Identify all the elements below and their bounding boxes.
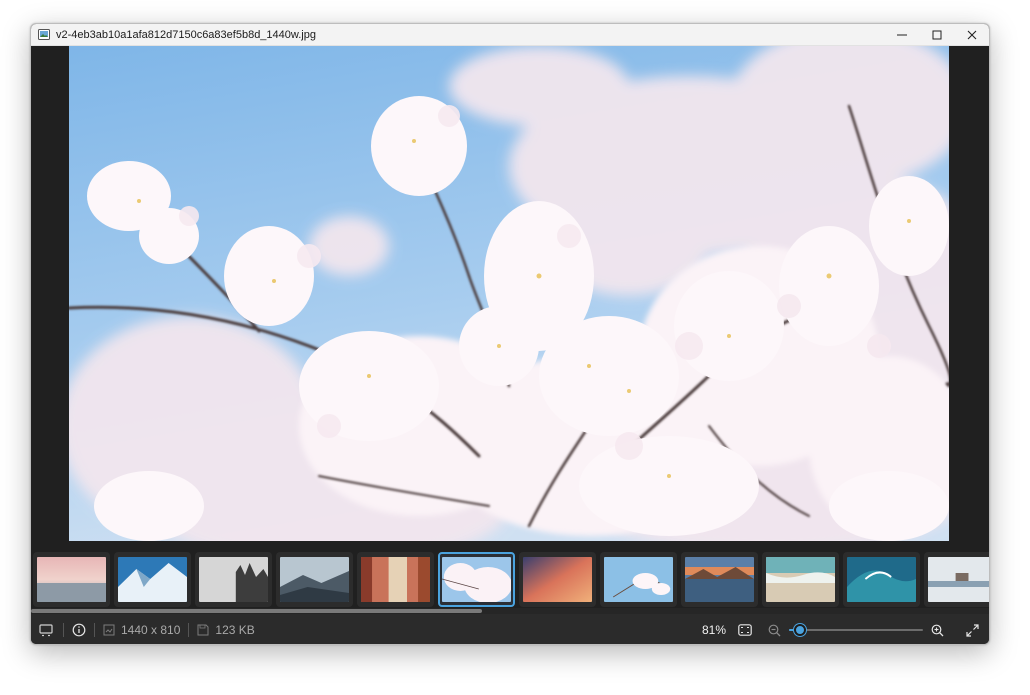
thumbnail[interactable]: [114, 552, 191, 607]
file-size: 123 KB: [197, 623, 255, 637]
thumbnail-image: [361, 557, 430, 602]
thumbnail[interactable]: [843, 552, 920, 607]
close-icon: [967, 30, 976, 39]
minimize-icon: [896, 34, 907, 35]
fullscreen-icon: [966, 623, 979, 637]
image-size-icon: [103, 624, 115, 636]
thumbnail-image: [604, 557, 673, 602]
minimize-button[interactable]: [884, 24, 919, 46]
photos-app-icon: [37, 28, 51, 42]
fit-screen-icon: [738, 624, 752, 636]
image-stage[interactable]: [31, 46, 989, 542]
thumbnail-active[interactable]: [438, 552, 515, 607]
info-icon: [72, 623, 86, 637]
thumbnail-image: [766, 557, 835, 602]
thumbnail[interactable]: [357, 552, 434, 607]
main-photo[interactable]: [69, 46, 949, 541]
dimensions-text: 1440 x 810: [121, 623, 181, 637]
save-icon: [197, 624, 209, 636]
thumbnail-image: [523, 557, 592, 602]
image-viewer-window: v2-4eb3ab10a1afa812d7150c6a83ef5b8d_1440…: [30, 23, 990, 645]
thumbnail-image: [685, 557, 754, 602]
info-button[interactable]: [72, 623, 86, 637]
zoom-in-icon: [931, 624, 944, 636]
zoom-slider[interactable]: [789, 622, 923, 638]
thumbnail[interactable]: [600, 552, 677, 607]
fit-to-window-button[interactable]: [738, 624, 752, 636]
title-bar: v2-4eb3ab10a1afa812d7150c6a83ef5b8d_1440…: [31, 24, 989, 46]
divider: [94, 623, 95, 637]
thumbnail-image: [199, 557, 268, 602]
thumbnail[interactable]: [519, 552, 596, 607]
maximize-icon: [932, 30, 941, 39]
thumbnail[interactable]: [276, 552, 353, 607]
slider-knob[interactable]: [794, 624, 806, 636]
thumbnail-image: [280, 557, 349, 602]
thumbnail-image: [118, 557, 187, 602]
slider-track: [789, 629, 923, 631]
thumbnail[interactable]: [762, 552, 839, 607]
window-title: v2-4eb3ab10a1afa812d7150c6a83ef5b8d_1440…: [56, 28, 316, 41]
thumbnail[interactable]: [681, 552, 758, 607]
maximize-button[interactable]: [919, 24, 954, 46]
zoom-in-button[interactable]: [931, 624, 944, 637]
fullscreen-button[interactable]: [966, 623, 979, 637]
divider: [188, 623, 190, 637]
zoom-out-icon: [768, 624, 781, 636]
scrollbar-thumb[interactable]: [31, 609, 482, 613]
thumbnail-image: [847, 557, 916, 602]
thumbnail[interactable]: [195, 552, 272, 607]
filmstrip-icon: [39, 624, 53, 637]
zoom-out-button[interactable]: [768, 624, 781, 637]
filmstrip: [31, 547, 989, 611]
file-size-text: 123 KB: [215, 623, 255, 637]
thumbnail[interactable]: [924, 552, 989, 607]
zoom-percentage[interactable]: 81%: [702, 623, 726, 637]
image-dimensions: 1440 x 810: [103, 623, 180, 637]
filmstrip-toggle-button[interactable]: [39, 623, 53, 637]
thumbnail-image: [442, 557, 511, 602]
thumbnail[interactable]: [33, 552, 110, 607]
status-bar: 1440 x 810 123 KB 81%: [31, 614, 989, 644]
thumbnail-image: [37, 557, 106, 602]
thumbnail-image: [928, 557, 989, 602]
close-button[interactable]: [954, 24, 989, 46]
divider: [63, 623, 64, 637]
